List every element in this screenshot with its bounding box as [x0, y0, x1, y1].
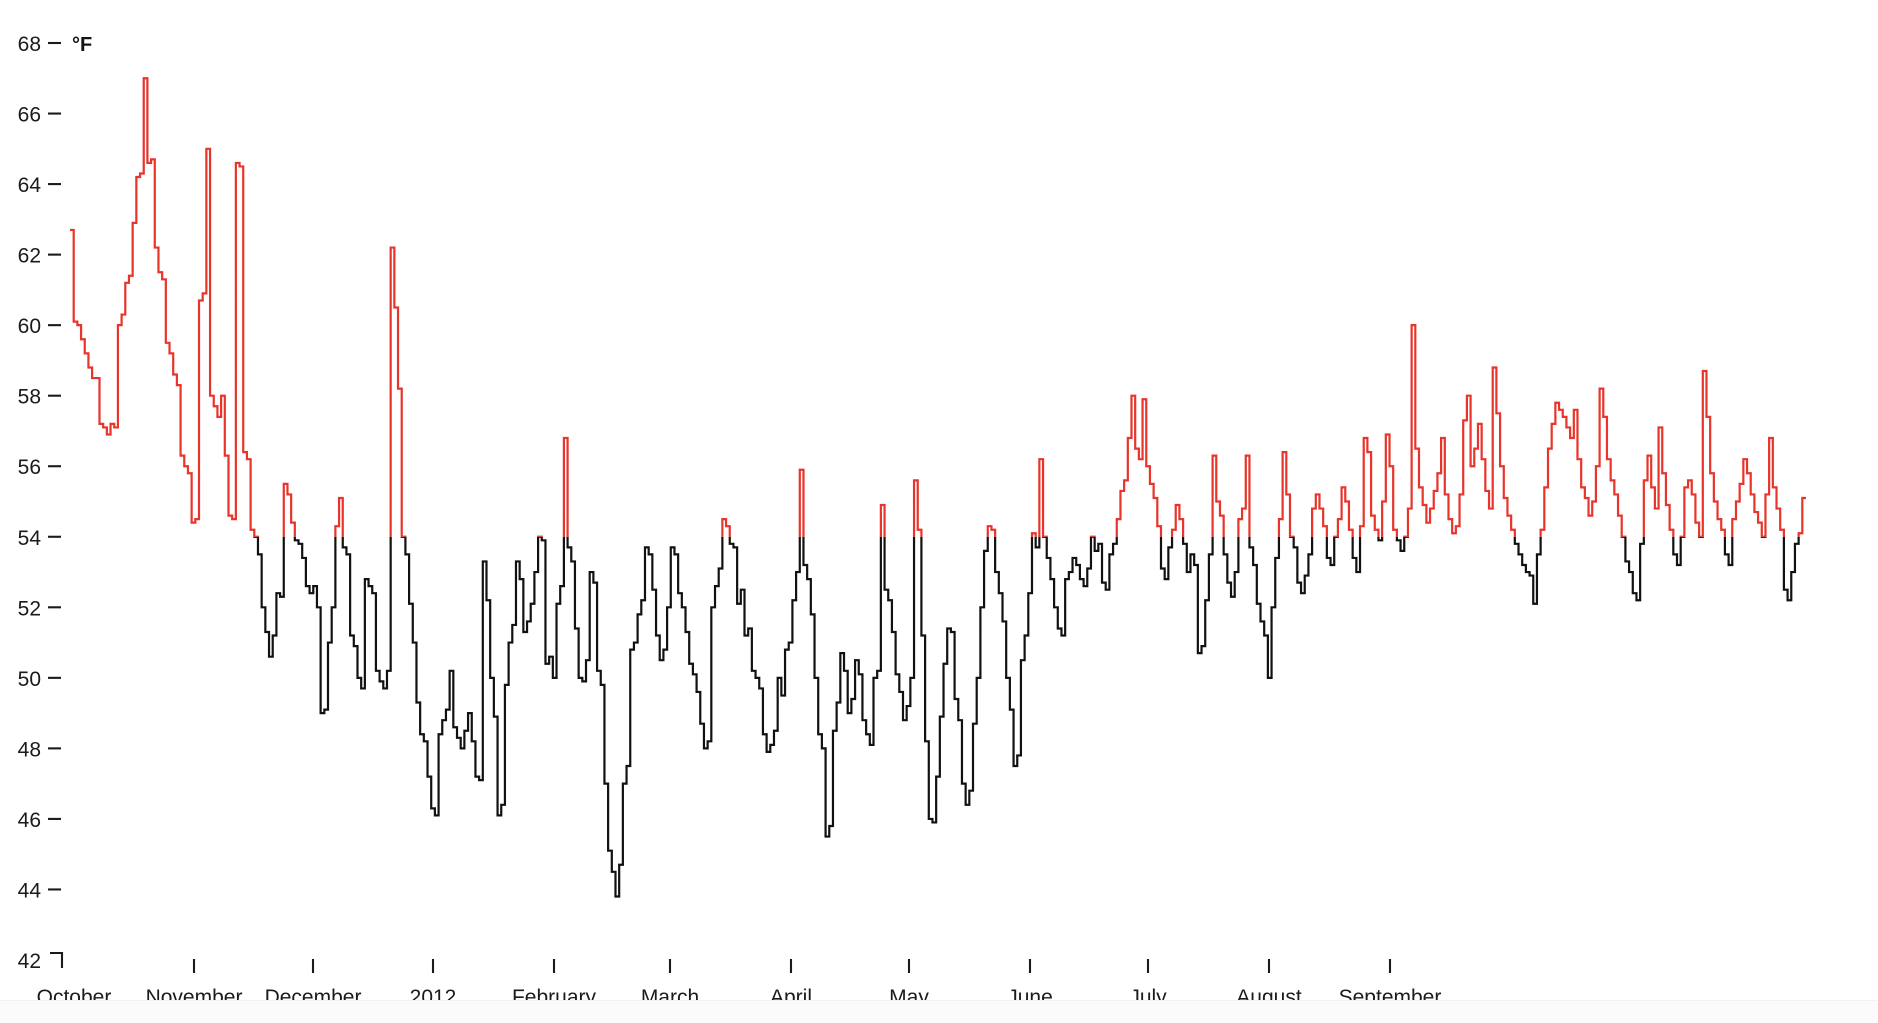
- y-axis-tick-label: 56: [18, 456, 41, 479]
- y-axis-unit-label: °F: [72, 34, 92, 56]
- y-axis-tick-label: 42: [18, 950, 41, 973]
- y-axis-tick-label: 64: [18, 174, 42, 197]
- y-axis-tick-label: 66: [18, 104, 41, 127]
- y-axis-tick-label: 44: [18, 879, 42, 902]
- y-axis-tick-label: 60: [18, 315, 41, 338]
- y-axis-tick-label: 68: [18, 33, 41, 56]
- footer-band: [0, 1000, 1878, 1023]
- y-axis-tick-label: 62: [18, 245, 41, 268]
- y-axis-tick-label: 58: [18, 386, 41, 409]
- series-line-above-threshold: [70, 77, 1806, 537]
- axis-origin-corner: [50, 951, 64, 968]
- y-axis-tick-label: 48: [18, 738, 41, 761]
- y-axis: 42 44 46 48 50 52 54 56 58 60 62 64 66 68: [18, 33, 64, 973]
- y-axis-tick-label: 50: [18, 668, 41, 691]
- y-axis-tick-label: 46: [18, 809, 41, 832]
- unit-label-group: °F: [72, 34, 92, 56]
- temperature-step-chart: 4244464850525456586062646668 October Nove…: [18, 33, 1806, 1009]
- y-axis-tick-label: 54: [18, 527, 42, 550]
- y-axis-tick-label: 52: [18, 597, 41, 620]
- chart-root: 42 44 46 48 50 52 54 56 58 60 62 64 66 68 October Nove…: [0, 0, 1878, 1023]
- series-group: [70, 77, 1806, 898]
